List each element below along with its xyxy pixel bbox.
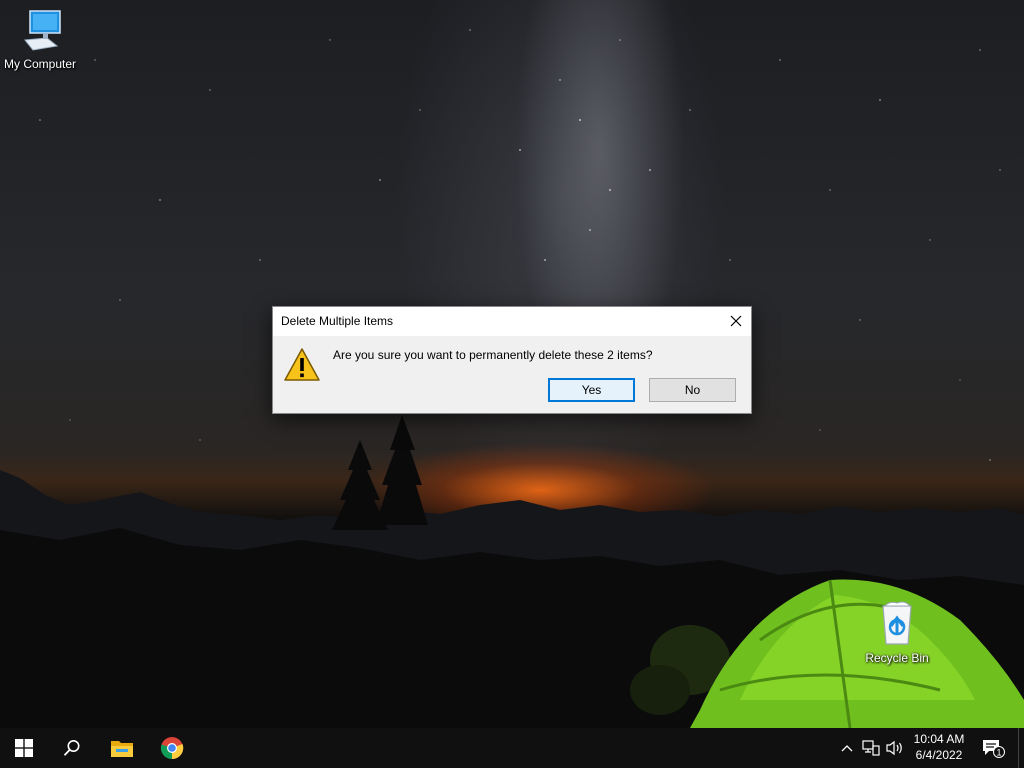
search-icon (63, 740, 80, 756)
windows-start-icon (15, 739, 33, 757)
show-desktop-button[interactable] (1018, 728, 1024, 768)
start-button[interactable] (0, 728, 48, 768)
desktop-icon-recycle-bin[interactable]: Recycle Bin (857, 600, 937, 665)
dialog-body: Are you sure you want to permanently del… (273, 336, 751, 414)
network-button[interactable] (860, 728, 882, 768)
show-hidden-icons-button[interactable] (838, 728, 856, 768)
notification-icon: 1 (983, 740, 1005, 758)
taskbar: 10:04 AM 6/4/2022 1 (0, 728, 1024, 768)
computer-icon (0, 8, 80, 55)
no-button[interactable]: No (649, 378, 736, 402)
network-icon (862, 740, 880, 756)
file-explorer-button[interactable] (98, 728, 146, 768)
chrome-icon (160, 737, 184, 760)
chrome-button[interactable] (148, 728, 196, 768)
warning-icon (283, 347, 321, 388)
clock-date: 6/4/2022 (915, 748, 963, 762)
desktop: My Computer Recycle Bin Delete Multiple … (0, 0, 1024, 728)
yes-button[interactable]: Yes (548, 378, 635, 402)
delete-confirmation-dialog: Delete Multiple Items Are you sure you w… (272, 306, 752, 414)
dialog-title: Delete Multiple Items (281, 314, 394, 328)
chevron-up-icon (841, 745, 853, 752)
desktop-icon-label: My Computer (3, 57, 77, 71)
dialog-message: Are you sure you want to permanently del… (333, 348, 653, 362)
desktop-icon-label: Recycle Bin (865, 651, 929, 665)
clock-time: 10:04 AM (913, 732, 965, 746)
desktop-icon-my-computer[interactable]: My Computer (0, 8, 80, 71)
close-button[interactable] (721, 307, 751, 335)
close-icon (730, 315, 742, 327)
recycle-bin-icon (857, 600, 937, 649)
action-center-button[interactable]: 1 (978, 728, 1008, 768)
volume-icon (886, 740, 902, 756)
clock[interactable]: 10:04 AM 6/4/2022 (908, 731, 970, 765)
dialog-titlebar[interactable]: Delete Multiple Items (273, 307, 751, 336)
notification-count: 1 (996, 748, 1001, 758)
search-button[interactable] (48, 728, 96, 768)
volume-button[interactable] (884, 728, 906, 768)
file-explorer-icon (111, 741, 133, 757)
